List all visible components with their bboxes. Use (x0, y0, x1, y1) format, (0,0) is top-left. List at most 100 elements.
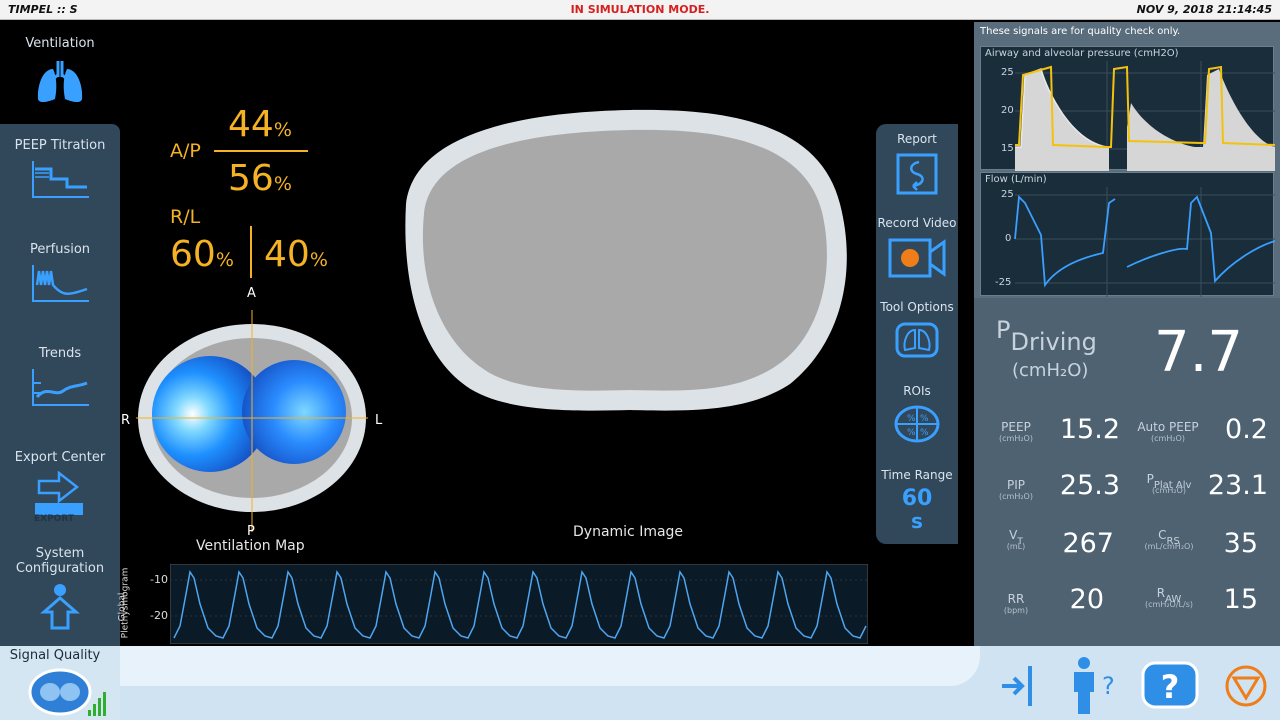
tool-time-range[interactable]: Time Range 60 s (876, 468, 958, 532)
left-value: 40 (264, 234, 310, 275)
svg-text:%: % (920, 414, 929, 424)
peep-label-text: PEEP (1001, 420, 1031, 434)
crs-value: 35 (1223, 528, 1258, 559)
signals-panel: These signals are for quality check only… (974, 22, 1280, 298)
svg-text:%: % (920, 428, 929, 438)
vt-label: VT (mL) (994, 528, 1038, 551)
pip-label: PIP (cmH₂O) (994, 478, 1038, 501)
svg-text:?: ? (1102, 672, 1115, 700)
pleth-tick-20: -20 (150, 609, 168, 622)
patient-help-icon[interactable]: ? (1070, 656, 1120, 716)
peep-value: 15.2 (1059, 414, 1120, 445)
signals-note: These signals are for quality check only… (980, 26, 1181, 37)
posterior-value: 56 (228, 158, 274, 199)
rr-unit: (bpm) (1003, 606, 1029, 615)
pleth-ylabel-2: Plethysmogram (120, 567, 131, 639)
tools-panel: Report Record Video Tool Options ROIs % … (876, 124, 958, 544)
report-icon (896, 153, 938, 195)
rl-ratio-label: R/L (170, 206, 201, 228)
top-bar: TIMPEL :: S IN SIMULATION MODE. NOV 9, 2… (0, 0, 1280, 20)
dynamic-image[interactable] (400, 104, 860, 414)
pplat-value: 23.1 (1207, 470, 1268, 501)
nav-system-configuration[interactable]: System Configuration (0, 546, 120, 632)
nav-ventilation-label: Ventilation (25, 36, 95, 51)
tool-record-video[interactable]: Record Video (876, 216, 958, 280)
export-badge-label: EXPORT (34, 514, 74, 524)
ventilation-map-caption: Ventilation Map (196, 538, 305, 554)
tool-report[interactable]: Report (876, 132, 958, 196)
signal-quality-label: Signal Quality (9, 648, 101, 663)
vt-value: 267 (1062, 528, 1114, 559)
svg-text:%: % (907, 414, 916, 424)
vt-unit: (mL) (1006, 542, 1026, 551)
nav-perfusion[interactable]: Perfusion (0, 242, 120, 303)
tool-options-label: Tool Options (880, 300, 954, 314)
svg-text:?: ? (1161, 668, 1180, 706)
crs-c: C (1158, 528, 1167, 542)
anterior-percent: 44% (228, 104, 292, 145)
tool-time-range-label: Time Range (881, 468, 953, 482)
auto-peep-label: Auto PEEP (cmH₂O) (1130, 420, 1206, 443)
tool-options[interactable]: Tool Options (876, 300, 958, 360)
pip-unit: (cmH₂O) (999, 492, 1033, 501)
driving-unit: (cmH₂O) (1012, 360, 1089, 381)
nav-export-center-label: Export Center (14, 450, 106, 465)
pplat-p: P (1146, 472, 1154, 486)
nav-peep-titration[interactable]: PEEP Titration (0, 138, 120, 199)
record-video-icon (888, 238, 946, 278)
raw-value: 15 (1223, 584, 1258, 615)
bottom-bar: ? ? (120, 646, 1280, 720)
rl-divider (250, 226, 252, 278)
signal-quality[interactable]: Signal Quality (0, 646, 120, 720)
anterior-axis-label: A (247, 286, 256, 301)
dynamic-image-caption: Dynamic Image (573, 524, 684, 540)
ap-divider (214, 150, 308, 152)
nav-export-center[interactable]: Export Center EXPORT (0, 450, 120, 524)
trends-icon (32, 369, 89, 406)
rr-value: 20 (1069, 584, 1104, 615)
right-percent: 60% (170, 234, 234, 275)
peep-unit: (cmH₂O) (999, 434, 1033, 443)
tool-options-icon (895, 322, 939, 358)
datetime: NOV 9, 2018 21:14:45 (1136, 3, 1272, 16)
driving-pressure-label: PDriving (996, 316, 1097, 356)
export-icon (35, 471, 83, 515)
exit-icon[interactable] (998, 664, 1042, 708)
nav-trends-label: Trends (38, 346, 82, 361)
ventilation-map[interactable] (132, 304, 372, 534)
rr-label-text: RR (1007, 592, 1025, 606)
raw-sub: AW (1165, 594, 1182, 605)
peep-label: PEEP (cmH₂O) (994, 420, 1038, 443)
simulation-mode-banner: IN SIMULATION MODE. (570, 3, 710, 16)
pplat-sub: Plat Alv (1153, 480, 1192, 491)
right-pct-sign: % (215, 249, 234, 271)
pressure-trace (1015, 61, 1275, 171)
nav-trends[interactable]: Trends (0, 346, 120, 407)
time-range-unit: s (911, 509, 923, 533)
svg-text:%: % (907, 428, 916, 438)
tool-record-video-label: Record Video (877, 216, 957, 230)
tool-rois[interactable]: ROIs % % % % (876, 384, 958, 444)
nav-system-configuration-label-1: System (35, 546, 85, 561)
posterior-pct-sign: % (273, 173, 292, 195)
rr-label: RR (bpm) (994, 592, 1038, 615)
tool-rois-label: ROIs (903, 384, 931, 398)
stop-icon[interactable] (1224, 664, 1268, 708)
crs-sub: RS (1166, 536, 1180, 547)
flow-graph: Flow (L/min) 25 0 -25 (980, 172, 1275, 297)
patient-config-icon (40, 584, 80, 630)
driving-sub: Driving (1010, 328, 1097, 356)
raw-label: RAW (cmH₂O/L/s) (1130, 586, 1208, 609)
help-icon[interactable]: ? (1140, 660, 1200, 710)
driving-pressure-value: 7.7 (1154, 320, 1244, 385)
flow-trace (1014, 187, 1275, 297)
auto-peep-label-text: Auto PEEP (1137, 420, 1199, 434)
right-axis-label: R (121, 413, 131, 428)
pleth-trace (170, 564, 868, 644)
pip-value: 25.3 (1059, 470, 1120, 501)
pleth-tick-10: -10 (150, 573, 168, 586)
nav-ventilation[interactable]: Ventilation (0, 22, 120, 122)
anterior-value: 44 (228, 104, 274, 145)
posterior-axis-label: P (247, 524, 255, 539)
auto-peep-unit: (cmH₂O) (1151, 434, 1185, 443)
